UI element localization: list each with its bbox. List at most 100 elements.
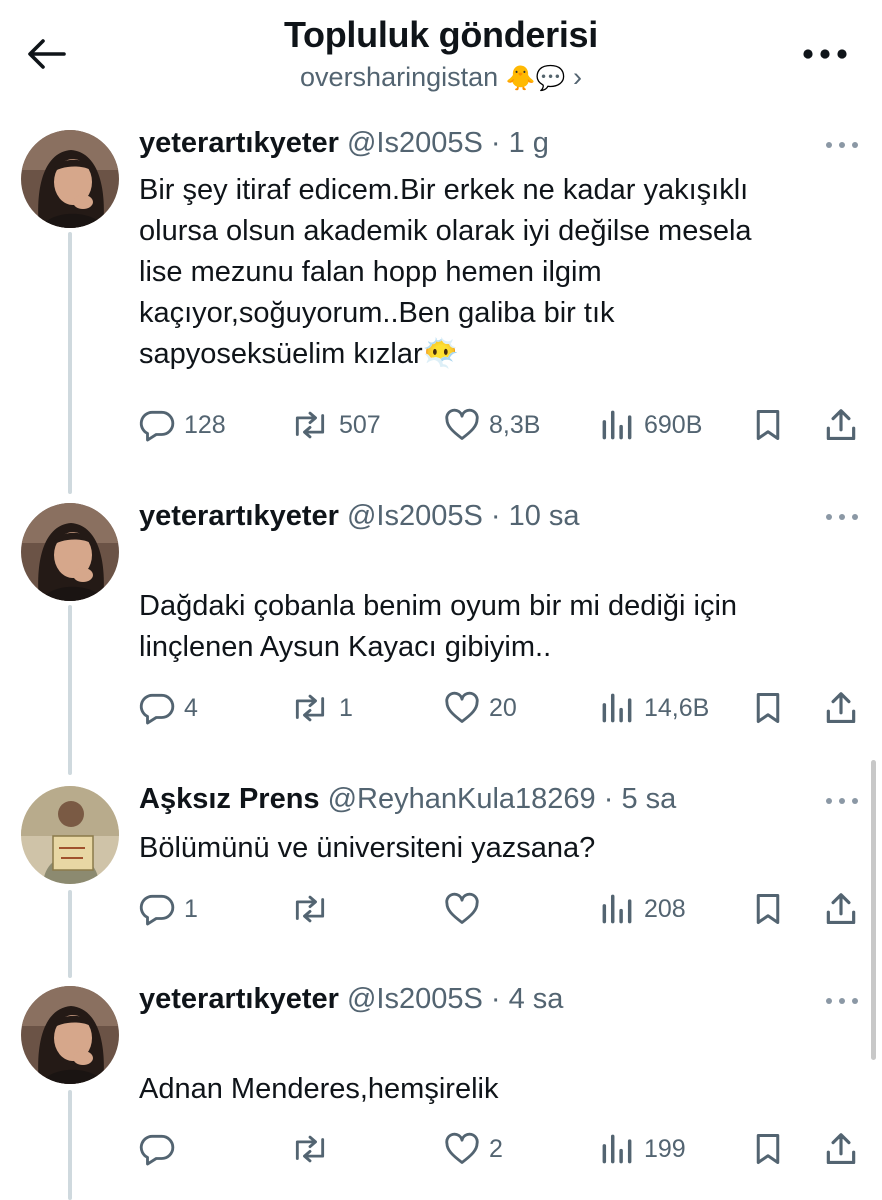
profile-photo (21, 786, 119, 884)
heart-icon (445, 408, 479, 440)
action-bar: 128 507 8,3B 690B (0, 400, 882, 450)
post-text: Bölümünü ve üniversiteni yazsana? (139, 832, 596, 864)
views-button[interactable]: 690B (598, 400, 702, 450)
views-icon (602, 1134, 632, 1164)
post-more-button[interactable] (824, 510, 860, 524)
like-button[interactable] (443, 884, 489, 934)
repost-icon (295, 1135, 325, 1163)
share-button[interactable] (822, 683, 860, 733)
repost-button[interactable]: 1 (289, 683, 353, 733)
heart-icon (445, 1132, 479, 1164)
reply-button[interactable]: 4 (138, 683, 198, 733)
post-header: yeterartıkyeter @Is2005S · 10 sa (139, 500, 580, 533)
like-button[interactable]: 20 (443, 683, 517, 733)
post-text: Bir şey itiraf edicem.Bir erkek ne kadar… (139, 174, 752, 370)
share-button[interactable] (822, 400, 860, 450)
view-count: 690B (644, 410, 703, 439)
reply-button[interactable] (138, 1124, 184, 1174)
views-button[interactable]: 14,6B (598, 683, 709, 733)
view-count: 199 (644, 1134, 686, 1163)
more-horizontal-icon (826, 142, 858, 148)
handle[interactable]: @Is2005S (347, 127, 483, 159)
timestamp[interactable]: · 5 sa (604, 783, 677, 815)
share-button[interactable] (822, 1124, 860, 1174)
post-header: yeterartıkyeter @Is2005S · 4 sa (139, 983, 563, 1016)
avatar[interactable] (21, 503, 119, 601)
heart-icon (445, 691, 479, 723)
reply-count: 1 (184, 894, 198, 923)
timestamp[interactable]: · 1 g (491, 127, 549, 159)
bookmark-button[interactable] (750, 1124, 786, 1174)
scrollbar[interactable] (871, 760, 876, 1060)
community-link[interactable]: oversharingistan 🐥💬 › (0, 62, 882, 93)
share-icon (826, 1133, 856, 1165)
bookmark-button[interactable] (750, 683, 786, 733)
share-icon (826, 893, 856, 925)
reply-count: 128 (184, 410, 226, 439)
thread-line (68, 232, 72, 494)
handle[interactable]: @Is2005S (347, 500, 483, 532)
profile-photo (21, 986, 119, 1084)
like-button[interactable]: 8,3B (443, 400, 540, 450)
views-icon (602, 410, 632, 440)
action-bar: 4 1 20 14,6B (0, 683, 882, 733)
more-horizontal-icon (826, 798, 858, 804)
timestamp[interactable]: · 4 sa (491, 983, 564, 1015)
avatar[interactable] (21, 130, 119, 228)
action-bar: 2 199 (0, 1124, 882, 1174)
reply-count: 4 (184, 693, 198, 722)
display-name[interactable]: yeterartıkyeter (139, 500, 339, 532)
share-button[interactable] (822, 884, 860, 934)
post-more-button[interactable] (824, 994, 860, 1008)
display-name[interactable]: yeterartıkyeter (139, 983, 339, 1015)
post-more-button[interactable] (824, 794, 860, 808)
community-name: oversharingistan (300, 62, 499, 92)
like-button[interactable]: 2 (443, 1124, 503, 1174)
avatar[interactable] (21, 986, 119, 1084)
post-more-button[interactable] (824, 138, 860, 152)
top-bar: Topluluk gönderisi oversharingistan 🐥💬 › (0, 0, 882, 110)
repost-count: 507 (339, 410, 381, 439)
reply-button[interactable]: 1 (138, 884, 198, 934)
repost-icon (295, 895, 325, 923)
more-button[interactable] (802, 40, 848, 68)
like-count: 20 (489, 693, 517, 722)
views-button[interactable]: 208 (598, 884, 686, 934)
bookmark-button[interactable] (750, 400, 786, 450)
repost-icon (295, 411, 325, 439)
share-icon (826, 409, 856, 441)
more-horizontal-icon (803, 49, 847, 59)
avatar[interactable] (21, 786, 119, 884)
bookmark-button[interactable] (750, 884, 786, 934)
repost-button[interactable] (289, 1124, 339, 1174)
display-name[interactable]: yeterartıkyeter (139, 127, 339, 159)
profile-photo (21, 503, 119, 601)
page-title: Topluluk gönderisi (284, 14, 598, 55)
view-count: 14,6B (644, 693, 710, 722)
reply-icon (139, 410, 175, 442)
reply-icon (139, 1134, 175, 1166)
bookmark-icon (756, 894, 780, 924)
views-icon (602, 693, 632, 723)
views-button[interactable]: 199 (598, 1124, 686, 1174)
repost-icon (295, 694, 325, 722)
reply-icon (139, 894, 175, 926)
share-icon (826, 692, 856, 724)
more-horizontal-icon (826, 998, 858, 1004)
post-header: Aşksız Prens @ReyhanKula18269 · 5 sa (139, 783, 676, 816)
view-count: 208 (644, 894, 686, 923)
post-text: Dağdaki çobanla benim oyum bir mi dediği… (139, 590, 738, 663)
repost-button[interactable]: 507 (289, 400, 381, 450)
handle[interactable]: @ReyhanKula18269 (328, 783, 596, 815)
community-emoji: 🐥💬 (505, 65, 566, 92)
chevron-right-icon: › (572, 62, 582, 92)
display-name[interactable]: Aşksız Prens (139, 783, 320, 815)
handle[interactable]: @Is2005S (347, 983, 483, 1015)
bookmark-icon (756, 410, 780, 440)
timestamp[interactable]: · 10 sa (491, 500, 580, 532)
reply-button[interactable]: 128 (138, 400, 226, 450)
views-icon (602, 894, 632, 924)
like-count: 2 (489, 1134, 503, 1163)
reply-icon (139, 693, 175, 725)
repost-button[interactable] (289, 884, 339, 934)
